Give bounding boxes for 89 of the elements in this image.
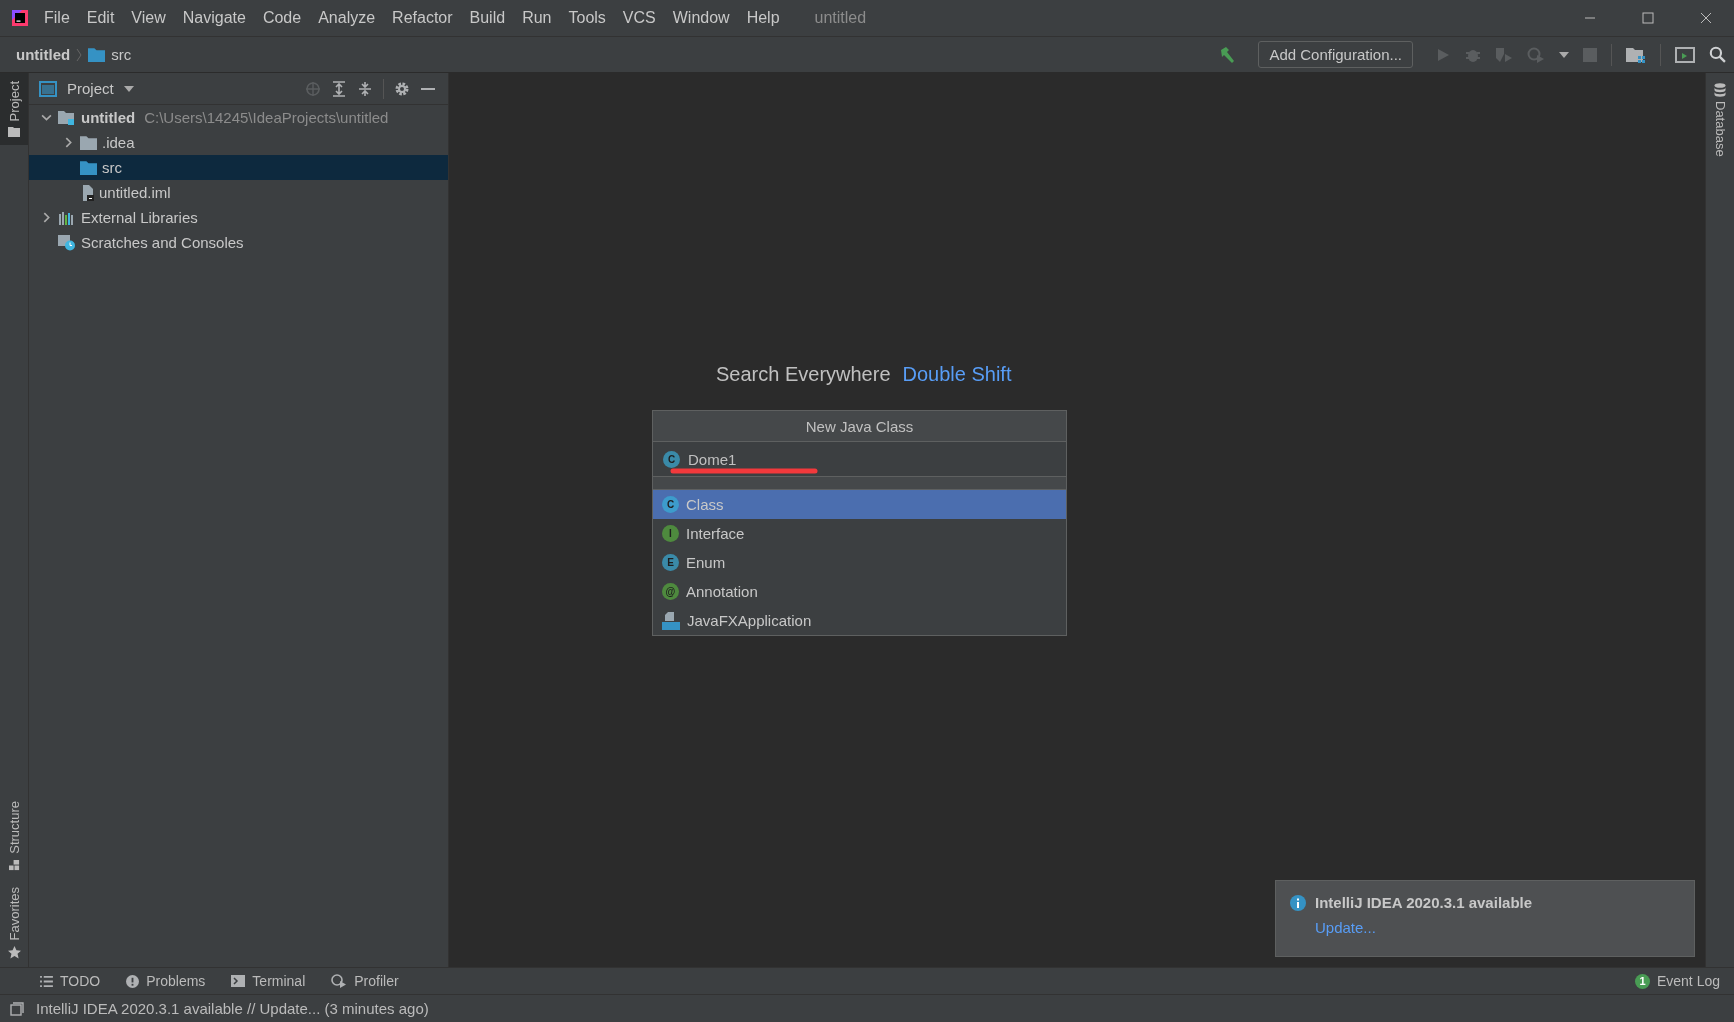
path-label: C:\Users\14245\IdeaProjects\untitled <box>144 109 389 126</box>
search-icon[interactable] <box>1709 46 1726 63</box>
scratch-clock-icon <box>58 234 76 251</box>
warning-icon <box>126 974 140 988</box>
menu-item[interactable]: Edit <box>86 9 115 27</box>
menu-item[interactable]: VCS <box>622 9 656 27</box>
tool-window-tab[interactable]: Database <box>1706 73 1734 167</box>
collapse-all-icon[interactable] <box>357 80 373 97</box>
class-icon: C <box>663 450 680 468</box>
javafx-icon <box>662 611 680 630</box>
tree-label: src <box>102 159 122 176</box>
tree-label: .idea <box>102 134 135 151</box>
chevron-icon <box>76 47 83 62</box>
folder-icon <box>80 160 97 175</box>
tool-windows-icon[interactable] <box>10 1001 24 1016</box>
tool-tab[interactable]: Problems <box>126 973 206 989</box>
menu-item[interactable]: Window <box>672 9 730 27</box>
tool-window-tab[interactable]: Favorites <box>0 878 28 967</box>
dialog-title: New Java Class <box>653 411 1066 442</box>
kind-icon: C <box>662 496 679 513</box>
tree-row[interactable]: External Libraries <box>29 205 448 230</box>
maximize-icon[interactable] <box>1642 12 1654 24</box>
menu-item[interactable]: File <box>44 9 70 27</box>
tool-tab[interactable]: Terminal <box>231 973 306 989</box>
terminal-icon <box>231 975 246 987</box>
kind-icon: @ <box>662 583 679 600</box>
caret-icon[interactable] <box>1559 51 1569 58</box>
tree-row[interactable]: untitled C:\Users\14245\IdeaProjects\untitled <box>29 105 448 130</box>
app-logo-icon <box>10 8 30 28</box>
folder-icon <box>8 127 20 138</box>
kind-icon: I <box>662 525 679 542</box>
tree-row[interactable]: untitled.iml <box>29 180 448 205</box>
menu-item[interactable]: Refactor <box>392 9 453 27</box>
menu-item[interactable]: Tools <box>568 9 606 27</box>
tool-window-tab[interactable]: Structure <box>0 792 28 879</box>
chevron-right-icon[interactable] <box>64 137 72 148</box>
add-configuration-button[interactable]: Add Configuration... <box>1258 41 1413 68</box>
tool-tab[interactable]: Profiler <box>331 973 399 989</box>
tree-row[interactable]: .idea <box>29 130 448 155</box>
breadcrumb-item[interactable]: src <box>111 46 132 63</box>
info-icon <box>1290 894 1306 911</box>
settings-icon[interactable] <box>394 80 410 97</box>
profiler-icon <box>331 974 348 988</box>
shortcut-text: Double Shift <box>902 363 1012 386</box>
class-kind-option[interactable]: @ Annotation <box>653 577 1066 606</box>
tool-window-tab[interactable]: Project <box>0 73 28 146</box>
database-icon <box>1714 83 1726 97</box>
caret-icon[interactable] <box>123 85 134 92</box>
module-folder-icon <box>58 109 76 126</box>
terminal-window-icon[interactable] <box>1675 46 1695 63</box>
window-title: untitled <box>814 9 867 27</box>
tree-label: External Libraries <box>81 209 198 226</box>
expand-all-icon[interactable] <box>331 80 347 97</box>
class-kind-option[interactable]: C Class <box>653 490 1066 519</box>
star-icon <box>7 946 21 959</box>
menu-item[interactable]: Navigate <box>182 9 246 27</box>
class-kind-option[interactable]: JavaFXApplication <box>653 606 1066 635</box>
tree-label: untitled <box>81 109 136 126</box>
menu-item[interactable]: Help <box>746 9 780 27</box>
menu-item[interactable]: Analyze <box>318 9 376 27</box>
tool-tab[interactable]: TODO <box>40 973 101 989</box>
menu-item[interactable]: View <box>131 9 166 27</box>
kind-icon: E <box>662 554 679 571</box>
event-log-tab[interactable]: 1 Event Log <box>1634 973 1720 989</box>
project-structure-icon[interactable] <box>1626 46 1646 63</box>
project-view-icon <box>39 80 57 97</box>
menu-item[interactable]: Code <box>262 9 302 27</box>
menu-item[interactable]: Build <box>469 9 506 27</box>
class-kind-option[interactable]: E Enum <box>653 548 1066 577</box>
tree-label: Scratches and Consoles <box>81 234 244 251</box>
breadcrumb-item[interactable]: untitled <box>16 46 71 63</box>
folder-icon <box>88 47 106 62</box>
tree-label: untitled.iml <box>99 184 171 201</box>
folder-icon <box>80 135 97 150</box>
list-icon <box>40 975 53 987</box>
panel-title[interactable]: Project <box>67 80 114 97</box>
menu-item[interactable]: Run <box>522 9 552 27</box>
hint-text: Search Everywhere <box>716 363 891 386</box>
class-kind-option[interactable]: I Interface <box>653 519 1066 548</box>
chevron-right-icon[interactable] <box>42 212 50 223</box>
file-icon <box>80 184 94 201</box>
chevron-down-icon[interactable] <box>40 114 52 121</box>
tree-row[interactable]: Scratches and Consoles <box>29 230 448 255</box>
status-message[interactable]: IntelliJ IDEA 2020.3.1 available // Update... (3 minutes ago) <box>36 1000 429 1017</box>
library-icon <box>58 209 76 226</box>
close-icon[interactable] <box>1700 12 1712 24</box>
tree-row[interactable]: src <box>29 155 448 180</box>
notification-title: IntelliJ IDEA 2020.3.1 available <box>1315 894 1533 911</box>
structure-icon <box>8 859 20 871</box>
